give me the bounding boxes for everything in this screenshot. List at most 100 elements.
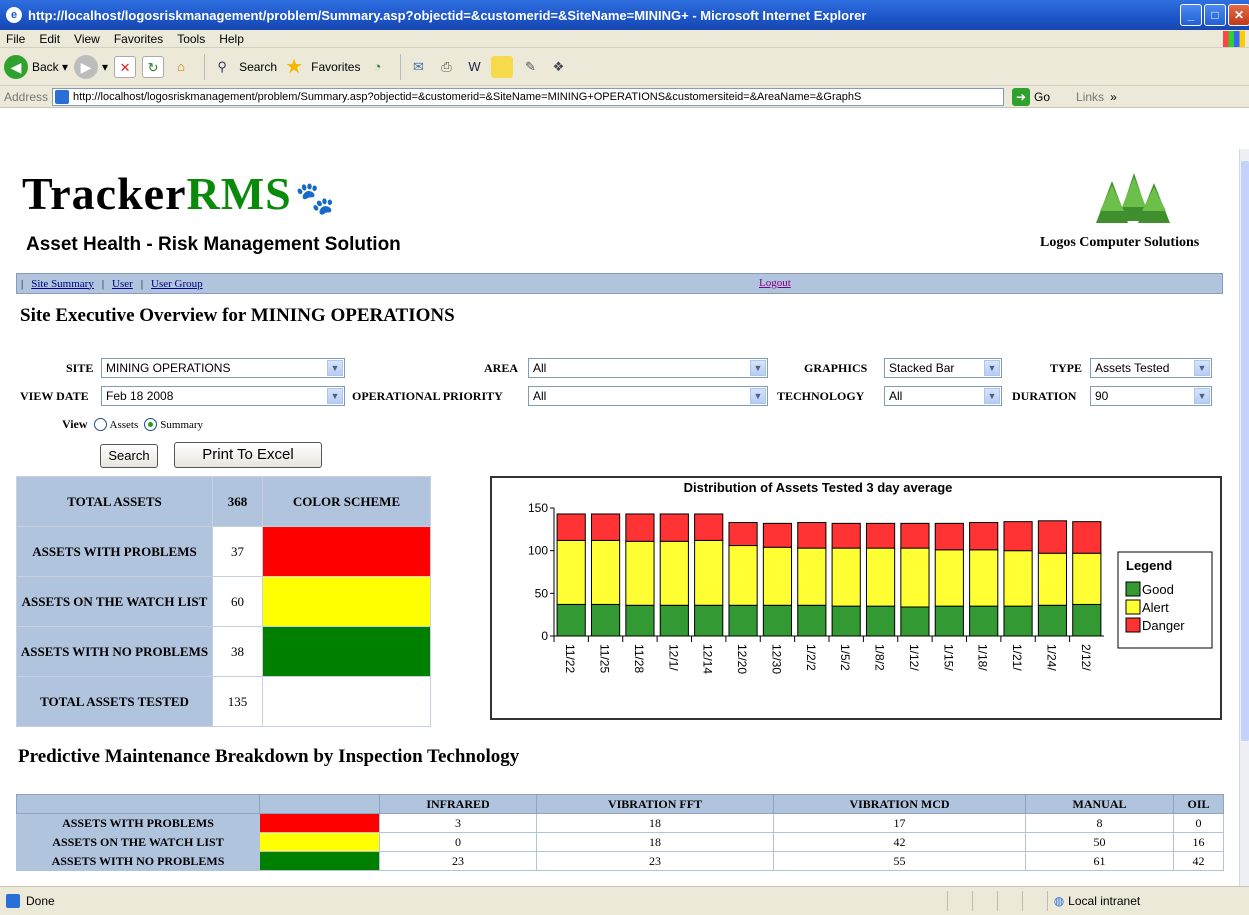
address-input[interactable]: http://localhost/logosriskmanagement/pro… xyxy=(52,87,1005,106)
table-cell: 18 xyxy=(536,813,774,833)
bar-alert xyxy=(590,539,621,605)
window-titlebar[interactable]: e http://localhost/logosriskmanagement/p… xyxy=(0,0,1249,30)
favorites-button[interactable]: ★ Favorites xyxy=(283,56,360,78)
stop-icon[interactable]: ✕ xyxy=(114,55,137,78)
view-assets-radio[interactable] xyxy=(93,418,107,431)
menu-tools[interactable]: Tools xyxy=(177,32,205,46)
legend-label: Danger xyxy=(1142,618,1185,633)
color-swatch xyxy=(259,813,380,833)
chevron-down-icon: ▼ xyxy=(327,388,343,404)
scrollbar-thumb[interactable] xyxy=(1241,161,1249,741)
total-tested-label: TOTAL ASSETS TESTED xyxy=(16,676,213,727)
bar-alert xyxy=(1003,550,1033,607)
chevron-right-icon[interactable]: » xyxy=(1110,90,1117,104)
graphics-label: GRAPHICS xyxy=(804,361,868,375)
bar-danger xyxy=(1037,520,1068,554)
mail-icon[interactable]: ✉ xyxy=(407,56,429,78)
nav-user-group[interactable]: User Group xyxy=(151,278,203,290)
close-button[interactable]: ✕ xyxy=(1228,4,1249,26)
links-button[interactable]: Links xyxy=(1076,90,1104,104)
table-cell: 61 xyxy=(1025,851,1174,871)
page-content: TrackerRMS 🐾 Asset Health - Risk Managem… xyxy=(0,149,1239,886)
table-row: ASSETS ON THE WATCH LIST 0 18 42 50 16 xyxy=(16,832,1224,852)
bar-good xyxy=(556,603,586,637)
chevron-down-icon: ▼ xyxy=(1194,360,1210,376)
table-row: ASSETS WITH NO PROBLEMS 23 23 55 61 42 xyxy=(16,851,1224,871)
nav-bar: | Site Summary | User | User Group Logou… xyxy=(16,273,1223,294)
bar-danger xyxy=(659,513,689,542)
trees-logo xyxy=(1096,173,1170,223)
menu-file[interactable]: File xyxy=(6,32,25,46)
forward-button[interactable]: ▶ ▾ xyxy=(74,54,108,79)
maximize-button[interactable]: □ xyxy=(1204,4,1226,26)
type-label: TYPE xyxy=(1050,361,1083,375)
type-select[interactable]: Assets Tested ▼ xyxy=(1090,358,1212,378)
menu-edit[interactable]: Edit xyxy=(39,32,60,46)
history-icon[interactable]: ◔ xyxy=(366,56,388,78)
search-button[interactable]: ⚲ Search xyxy=(211,56,277,78)
toolbar: ◀ Back ▾ ▶ ▾ ✕ ↻ ⌂ ⚲ Search ★ Favorites ◔… xyxy=(0,48,1249,86)
bar-alert xyxy=(1072,552,1102,605)
technology-select[interactable]: All ▼ xyxy=(884,386,1002,406)
bar-alert xyxy=(762,546,793,606)
x-tick-label: 1/24/ xyxy=(1044,644,1058,671)
minimize-button[interactable]: _ xyxy=(1180,4,1202,26)
bar-good xyxy=(900,606,930,637)
menu-view[interactable]: View xyxy=(74,32,100,46)
chevron-down-icon: ▼ xyxy=(984,388,1000,404)
total-assets-value: 368 xyxy=(212,476,263,527)
menu-help[interactable]: Help xyxy=(219,32,244,46)
nav-user[interactable]: User xyxy=(112,278,133,290)
search-button[interactable]: Search xyxy=(100,444,158,468)
stacked-bar-chart: Distribution of Assets Tested 3 day aver… xyxy=(490,476,1222,720)
view-summary-radio[interactable] xyxy=(144,418,158,431)
pmb-title: Predictive Maintenance Breakdown by Insp… xyxy=(18,746,520,767)
go-button[interactable]: ➜ Go xyxy=(1012,87,1050,106)
chevron-down-icon: ▼ xyxy=(750,360,766,376)
area-select[interactable]: All ▼ xyxy=(528,358,768,378)
vertical-scrollbar[interactable] xyxy=(1239,149,1249,886)
back-button[interactable]: ◀ Back ▾ xyxy=(4,54,68,79)
bar-good xyxy=(797,604,827,637)
view-date-select[interactable]: Feb 18 2008 ▼ xyxy=(101,386,345,406)
edit-icon[interactable]: W xyxy=(463,56,485,78)
duration-select[interactable]: 90 ▼ xyxy=(1090,386,1212,406)
home-icon[interactable]: ⌂ xyxy=(170,56,192,78)
back-arrow-icon: ◀ xyxy=(4,54,28,79)
bar-alert xyxy=(865,547,896,607)
x-tick-label: 1/21/ xyxy=(1010,644,1024,671)
bar-good xyxy=(831,605,861,637)
print-to-excel-button[interactable]: Print To Excel xyxy=(174,442,322,468)
col-vibration-fft: VIBRATION FFT xyxy=(536,794,774,814)
bar-danger xyxy=(969,522,999,551)
x-tick-label: 1/8/2 xyxy=(873,644,887,671)
row-label: ASSETS WITH NO PROBLEMS xyxy=(16,851,260,871)
messenger-icon[interactable]: ✎ xyxy=(519,56,541,78)
bar-alert xyxy=(659,540,689,606)
bar-danger xyxy=(831,522,861,549)
site-select[interactable]: MINING OPERATIONS ▼ xyxy=(101,358,345,378)
operational-priority-label: OPERATIONAL PRIORITY xyxy=(352,389,503,403)
status-bar: Done ◍ Local intranet xyxy=(0,886,1249,915)
refresh-icon[interactable]: ↻ xyxy=(142,55,165,78)
x-tick-label: 1/2/2 xyxy=(804,644,818,671)
window-title: http://localhost/logosriskmanagement/pro… xyxy=(28,7,867,23)
operational-priority-select[interactable]: All ▼ xyxy=(528,386,768,406)
menu-favorites[interactable]: Favorites xyxy=(114,32,163,46)
bar-danger xyxy=(625,513,655,542)
bar-alert xyxy=(969,549,999,607)
print-icon[interactable]: ⎙ xyxy=(435,56,457,78)
research-icon[interactable]: ❖ xyxy=(547,56,569,78)
nav-logout[interactable]: Logout xyxy=(759,277,791,289)
nav-site-summary[interactable]: Site Summary xyxy=(31,278,94,290)
bar-good xyxy=(1003,605,1033,637)
table-row: TOTAL ASSETS 368 COLOR SCHEME xyxy=(16,476,431,527)
star-icon: ★ xyxy=(285,55,304,78)
table-cell: 0 xyxy=(379,832,537,852)
graphics-select[interactable]: Stacked Bar ▼ xyxy=(884,358,1002,378)
bar-danger xyxy=(556,513,586,541)
zone-text: Local intranet xyxy=(1068,894,1141,908)
table-row: ASSETS WITH PROBLEMS 37 xyxy=(16,526,431,577)
x-tick-label: 1/18/ xyxy=(976,644,990,671)
folder-icon[interactable] xyxy=(491,55,514,78)
